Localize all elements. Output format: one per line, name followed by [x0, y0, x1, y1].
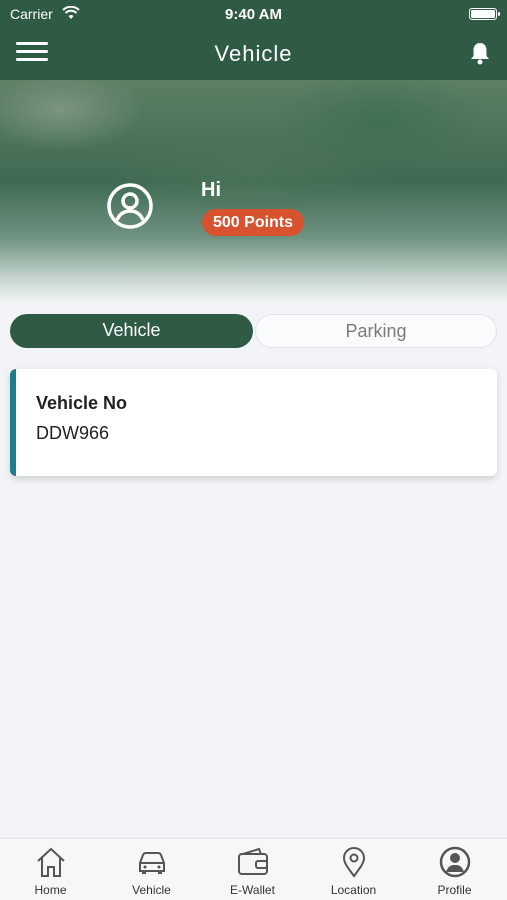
tab-home[interactable]: Home [0, 839, 101, 900]
tab-ewallet[interactable]: E-Wallet [202, 839, 303, 900]
avatar-icon [107, 183, 153, 229]
profile-header [0, 80, 507, 305]
tab-ewallet-label: E-Wallet [230, 883, 275, 897]
bottom-tab-bar: Home Vehicle E-Wallet Location Profile [0, 838, 507, 900]
status-time: 9:40 AM [225, 6, 282, 23]
tab-profile-label: Profile [437, 883, 472, 897]
battery-icon [469, 8, 500, 20]
points-badge: 500 Points [202, 209, 305, 236]
tab-vehicle-nav[interactable]: Vehicle [101, 839, 202, 900]
notification-bell-icon[interactable] [469, 41, 491, 65]
tab-profile[interactable]: Profile [404, 839, 505, 900]
tab-vehicle[interactable]: Vehicle [10, 314, 253, 348]
tab-location-label: Location [330, 883, 377, 897]
wallet-icon [237, 847, 268, 875]
status-bar: Carrier 9:40 AM [0, 0, 507, 30]
tab-home-label: Home [34, 883, 67, 897]
tab-location[interactable]: Location [303, 839, 404, 900]
car-icon [138, 852, 165, 874]
greeting-text: Hi [201, 179, 221, 201]
location-pin-icon [342, 847, 365, 878]
vehicle-card[interactable]: Vehicle No DDW966 [10, 369, 497, 476]
vehicle-no-label: Vehicle No [36, 393, 128, 413]
profile-icon [439, 846, 470, 878]
nav-bar: Vehicle [0, 30, 507, 80]
tab-parking[interactable]: Parking [255, 314, 497, 348]
tab-vehicle-label: Vehicle [132, 883, 171, 897]
page-title: Vehicle [214, 41, 293, 66]
vehicle-no-value: DDW966 [36, 423, 110, 443]
home-icon [36, 847, 65, 877]
